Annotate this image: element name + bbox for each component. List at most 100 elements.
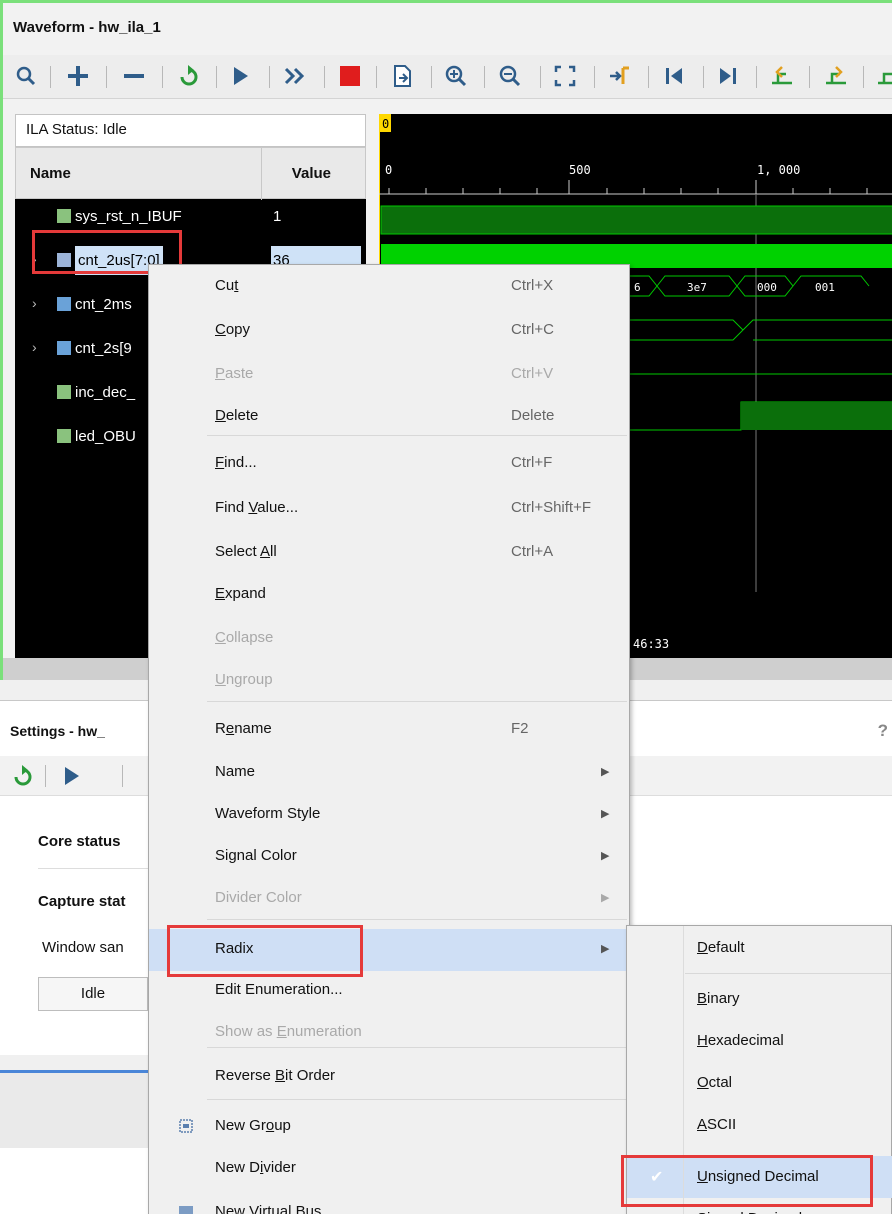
wave-sys-rst <box>380 205 892 235</box>
expand-chevron-icon[interactable]: › <box>32 339 37 355</box>
trigger-marker-label: 0 <box>382 117 389 131</box>
menu-item-label: Collapse <box>215 629 274 646</box>
virtual-bus-icon <box>179 1206 193 1214</box>
bit-signal-icon <box>57 429 71 443</box>
menu-item-delete[interactable]: Delete Delete <box>149 396 629 438</box>
value-header[interactable]: Value <box>292 165 331 182</box>
wave-led <box>741 402 892 430</box>
zoom-in-icon[interactable] <box>443 63 469 89</box>
menu-item-collapse[interactable]: Collapse <box>149 618 629 660</box>
menu-item-label: Find... <box>215 454 257 471</box>
submenu-arrow-icon: ▶ <box>601 808 610 820</box>
menu-item-label: Find Value... <box>215 499 299 516</box>
radix-highlight-box <box>167 925 363 977</box>
menu-item-copy[interactable]: Copy Ctrl+C <box>149 310 629 352</box>
radix-option-binary[interactable]: Binary <box>627 978 892 1020</box>
name-column-header[interactable]: Name Value <box>15 147 366 200</box>
menu-item-label: Copy <box>215 321 251 338</box>
signal-name: led_OBU <box>75 428 136 445</box>
menu-item-divider-color[interactable]: Divider Color ▶ <box>149 878 629 920</box>
run-icon[interactable] <box>227 63 253 89</box>
go-to-start-icon[interactable] <box>661 63 687 89</box>
next-transition-icon[interactable] <box>823 63 849 89</box>
add-marker-icon[interactable] <box>875 63 892 89</box>
menu-item-label: New Divider <box>215 1159 296 1176</box>
menu-item-find[interactable]: Find... Ctrl+F <box>149 443 629 485</box>
go-to-end-icon[interactable] <box>715 63 741 89</box>
menu-item-label: Name <box>215 763 256 780</box>
menu-item-show-as-enumeration[interactable]: Show as Enumeration <box>149 1012 629 1054</box>
radix-option-default[interactable]: Default <box>627 927 892 969</box>
fast-forward-icon[interactable] <box>282 63 308 89</box>
previous-transition-icon[interactable] <box>769 63 795 89</box>
menu-item-label: Show as Enumeration <box>215 1023 362 1040</box>
menu-item-expand[interactable]: Expand <box>149 574 629 616</box>
menu-item-label: Paste <box>215 365 254 382</box>
menu-item-label: Waveform Style <box>215 805 321 822</box>
radix-option-octal[interactable]: Octal <box>627 1062 892 1104</box>
signal-value: 1 <box>273 208 282 225</box>
svg-text:6: 6 <box>634 281 641 294</box>
svg-text:001: 001 <box>815 281 835 294</box>
radix-option-label: Octal <box>697 1074 733 1091</box>
signal-name: sys_rst_n_IBUF <box>75 208 182 225</box>
menu-item-find-value[interactable]: Find Value... Ctrl+Shift+F <box>149 488 629 530</box>
radix-option-label: Signed Decimal <box>697 1210 802 1214</box>
menu-item-cut[interactable]: Cut Ctrl+X <box>149 266 629 308</box>
radix-option-hexadecimal[interactable]: Hexadecimal <box>627 1020 892 1062</box>
menu-item-paste[interactable]: Paste Ctrl+V <box>149 354 629 396</box>
run-trigger-immediate-icon[interactable] <box>10 763 36 789</box>
name-header[interactable]: Name <box>30 165 71 182</box>
menu-item-label: Edit Enumeration... <box>215 981 343 998</box>
add-icon[interactable] <box>65 63 91 89</box>
radix-option-label: Default <box>697 939 745 956</box>
menu-item-select-all[interactable]: Select All Ctrl+A <box>149 532 629 574</box>
wave-cnt-2s <box>629 319 892 341</box>
zoom-fit-icon[interactable] <box>552 63 578 89</box>
window-samples-label: Window san <box>42 939 124 956</box>
submenu-arrow-icon: ▶ <box>601 766 610 778</box>
radix-option-ascii[interactable]: ASCII <box>627 1104 892 1146</box>
bus-signal-icon <box>57 297 71 311</box>
waveform-title: Waveform - hw_ila_1 <box>13 19 161 36</box>
menu-item-new-divider[interactable]: New Divider <box>149 1148 629 1190</box>
menu-item-waveform-style[interactable]: Waveform Style ▶ <box>149 794 629 836</box>
menu-item-label: Select All <box>215 543 277 560</box>
remove-icon[interactable] <box>121 63 147 89</box>
waveform-toolbar <box>3 55 892 99</box>
run-icon[interactable] <box>58 763 84 789</box>
submenu-arrow-icon: ▶ <box>601 943 610 955</box>
time-readout: 46:33 <box>633 637 669 651</box>
bit-signal-icon <box>57 209 71 223</box>
stop-icon[interactable] <box>337 63 363 89</box>
svg-text:000: 000 <box>757 281 777 294</box>
expand-chevron-icon[interactable]: › <box>32 295 37 311</box>
tick-label-500: 500 <box>569 163 591 177</box>
settings-title: Settings - hw_ <box>10 723 105 739</box>
export-icon[interactable] <box>389 63 415 89</box>
go-to-cursor-icon[interactable] <box>607 63 633 89</box>
radix-option-label: Hexadecimal <box>697 1032 784 1049</box>
menu-item-shortcut: Ctrl+F <box>511 454 553 471</box>
menu-item-label: New Virtual Bus <box>215 1203 322 1214</box>
menu-item-signal-color[interactable]: Signal Color ▶ <box>149 836 629 878</box>
menu-item-new-virtual-bus[interactable]: New Virtual Bus <box>149 1192 629 1214</box>
menu-item-label: Cut <box>215 277 239 294</box>
core-status-label: Core status <box>38 833 121 850</box>
help-icon[interactable]: ? <box>878 721 888 741</box>
menu-separator <box>207 1099 627 1100</box>
idle-button[interactable]: Idle <box>38 977 148 1011</box>
toolbar-separator <box>50 66 51 88</box>
radix-option-label: ASCII <box>697 1116 737 1133</box>
new-group-icon <box>179 1119 193 1133</box>
menu-item-rename[interactable]: Rename F2 <box>149 709 629 751</box>
menu-item-ungroup[interactable]: Ungroup <box>149 660 629 702</box>
menu-item-name[interactable]: Name ▶ <box>149 752 629 794</box>
menu-item-label: Delete <box>215 407 259 424</box>
run-trigger-immediate-icon[interactable] <box>176 63 202 89</box>
menu-item-new-group[interactable]: New Group <box>149 1106 629 1148</box>
zoom-out-icon[interactable] <box>497 63 523 89</box>
search-icon[interactable] <box>13 63 39 89</box>
menu-item-reverse-bit-order[interactable]: Reverse Bit Order <box>149 1056 629 1098</box>
menu-item-shortcut: Ctrl+V <box>511 365 554 382</box>
